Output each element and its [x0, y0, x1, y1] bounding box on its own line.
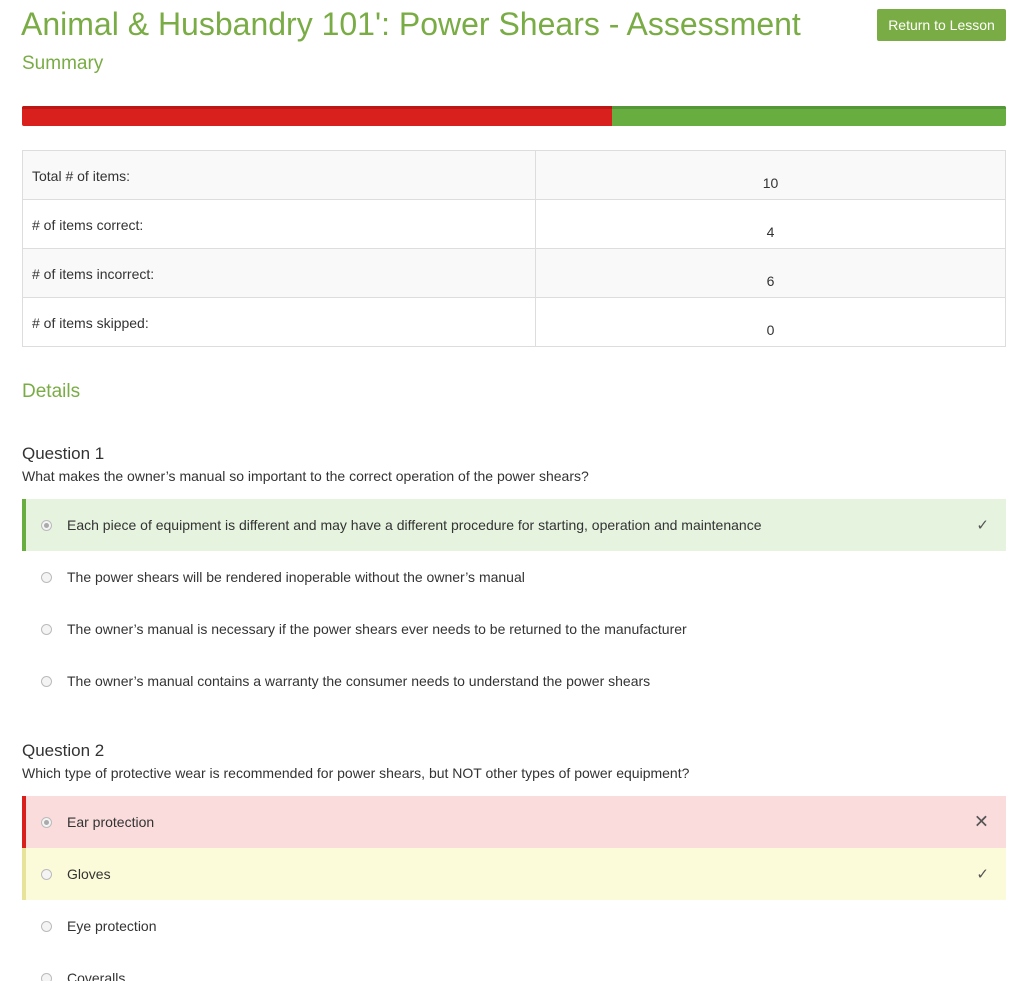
radio-button[interactable]: [41, 816, 52, 828]
checkmark-icon: ✓: [976, 517, 989, 534]
table-row: Total # of items: 10: [22, 150, 1006, 200]
answer-option-text: The owner’s manual contains a warranty t…: [67, 673, 651, 689]
answer-option[interactable]: Each piece of equipment is different and…: [22, 499, 1006, 551]
radio-button[interactable]: [41, 519, 52, 531]
radio-button[interactable]: [41, 868, 52, 880]
summary-value-skipped: 0: [535, 297, 1006, 347]
progress-incorrect-segment: [22, 106, 613, 126]
progress-correct-segment: [612, 106, 1006, 126]
answer-option-text: Gloves: [67, 866, 111, 882]
answer-option[interactable]: The owner’s manual is necessary if the p…: [22, 603, 1006, 655]
summary-label-correct: # of items correct:: [22, 199, 536, 249]
summary-value-total: 10: [535, 150, 1006, 200]
answer-option-text: The power shears will be rendered inoper…: [67, 569, 525, 585]
answer-option-text: Eye protection: [67, 918, 157, 934]
radio-button[interactable]: [41, 675, 52, 687]
radio-button[interactable]: [41, 920, 52, 932]
summary-label-skipped: # of items skipped:: [22, 297, 536, 347]
table-row: # of items incorrect: 6: [22, 248, 1006, 298]
answer-option[interactable]: Eye protection: [22, 900, 1006, 952]
checkmark-icon: ✓: [976, 866, 989, 883]
close-x-icon: ✕: [973, 811, 989, 832]
radio-button[interactable]: [41, 623, 52, 635]
assessment-page: Animal & Husbandry 101': Power Shears - …: [0, 0, 1028, 981]
table-row: # of items correct: 4: [22, 199, 1006, 249]
details-heading: Details: [22, 381, 81, 402]
question-title: Question 1: [22, 444, 105, 463]
answer-option[interactable]: Gloves ✓: [22, 848, 1006, 900]
summary-label-incorrect: # of items incorrect:: [22, 248, 536, 298]
radio-button[interactable]: [41, 571, 52, 583]
answer-option-text: Each piece of equipment is different and…: [67, 517, 762, 533]
answer-option-text: Ear protection: [67, 814, 155, 830]
answer-option[interactable]: Coveralls: [22, 952, 1006, 981]
return-to-lesson-button[interactable]: Return to Lesson: [877, 9, 1006, 41]
question-title: Question 2: [22, 741, 105, 760]
summary-value-incorrect: 6: [535, 248, 1006, 298]
question-1: Question 1 What makes the owner’s manual…: [22, 443, 1006, 707]
answer-option[interactable]: The owner’s manual contains a warranty t…: [22, 655, 1006, 707]
summary-value-correct: 4: [535, 199, 1006, 249]
question-2: Question 2 Which type of protective wear…: [22, 740, 1006, 981]
question-prompt: Which type of protective wear is recomme…: [22, 765, 690, 781]
answer-option-text: The owner’s manual is necessary if the p…: [67, 621, 687, 637]
summary-table: Total # of items: 10 # of items correct:…: [22, 150, 1006, 347]
table-row: # of items skipped: 0: [22, 297, 1006, 347]
radio-button[interactable]: [41, 972, 52, 981]
score-progress-bar: [22, 106, 1006, 126]
summary-label-total: Total # of items:: [22, 150, 536, 200]
answer-option-text: Coveralls: [67, 970, 126, 981]
question-prompt: What makes the owner’s manual so importa…: [22, 468, 589, 484]
answer-option[interactable]: The power shears will be rendered inoper…: [22, 551, 1006, 603]
page-title: Animal & Husbandry 101': Power Shears - …: [21, 6, 801, 42]
summary-heading: Summary: [22, 53, 104, 74]
answer-option[interactable]: Ear protection ✕: [22, 796, 1006, 848]
